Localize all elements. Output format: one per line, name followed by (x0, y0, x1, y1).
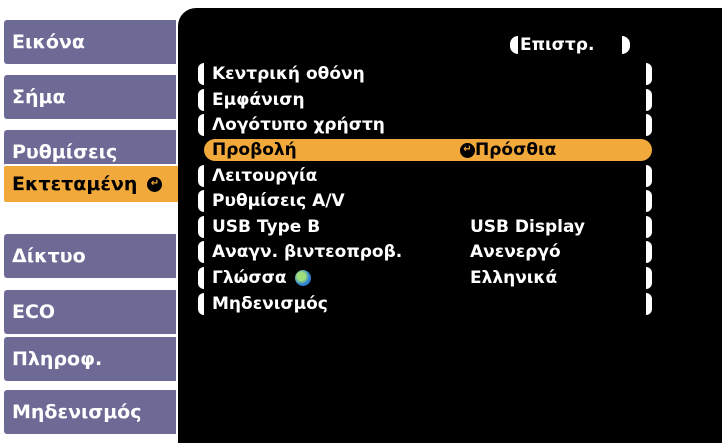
menu-item-label: USB Type B (212, 217, 321, 237)
menu-item-label: Εμφάνιση (212, 90, 305, 110)
menu-item-label: Κεντρική οθόνη (212, 64, 365, 84)
sidebar-item-eco[interactable]: ECO (4, 290, 176, 334)
sidebar-item-label: Δίκτυο (12, 245, 86, 267)
menu-item-projection[interactable]: Προβολή ↵ Πρόσθια (204, 139, 652, 161)
menu-item-label: Λειτουργία (212, 166, 318, 186)
sidebar-item-extended[interactable]: Εκτεταμένη ↵ (2, 164, 182, 204)
menu-item-value: USB Display (470, 217, 586, 237)
menu-item-label: Μηδενισμός (212, 294, 328, 314)
enter-icon: ↵ (460, 142, 475, 158)
sidebar-item-label: Εικόνα (12, 31, 85, 53)
sidebar-item-label: Μηδενισμός (12, 401, 142, 423)
menu-item-operation[interactable]: Λειτουργία (198, 165, 652, 187)
menu-item-value: Πρόσθια (475, 140, 557, 160)
sidebar-item-reset[interactable]: Μηδενισμός (4, 390, 176, 434)
menu-item-label: Προβολή (212, 140, 297, 160)
sidebar-item-label: Σήμα (12, 86, 66, 108)
sidebar-item-label: ECO (12, 301, 56, 323)
sidebar-item-label: Εκτεταμένη (12, 173, 138, 195)
menu-item-language[interactable]: Γλώσσα Ελληνικά (198, 267, 652, 289)
sidebar-item-info[interactable]: Πληροφ. (4, 337, 176, 381)
menu-item-value: Ανενεργό (470, 242, 561, 262)
menu-item-av-settings[interactable]: Ρυθμίσεις A/V (198, 190, 652, 212)
menu-item-usb-type-b[interactable]: USB Type B USB Display (198, 216, 652, 238)
menu-item-label: Αναγν. βιντεοπροβ. (212, 242, 403, 262)
sidebar: Εικόνα Σήμα Ρυθμίσεις Εκτεταμένη ↵ Δίκτυο… (0, 0, 182, 443)
menu-item-label: Λογότυπο χρήστη (212, 115, 385, 135)
enter-icon: ↵ (147, 176, 163, 192)
sidebar-item-network[interactable]: Δίκτυο (4, 234, 176, 278)
sidebar-item-label: Πληροφ. (12, 348, 103, 370)
sidebar-item-label: Ρυθμίσεις (12, 141, 118, 163)
menu-item-home-screen[interactable]: Κεντρική οθόνη (198, 63, 652, 85)
menu-item-display[interactable]: Εμφάνιση (198, 89, 652, 111)
menu-item-value: Ελληνικά (470, 268, 558, 288)
sidebar-item-image[interactable]: Εικόνα (4, 20, 176, 64)
return-button[interactable]: Επιστρ. (510, 34, 630, 56)
menu-item-label: Ρυθμίσεις A/V (212, 191, 345, 211)
sidebar-item-signal[interactable]: Σήμα (4, 75, 176, 119)
menu-item-label: Γλώσσα (212, 268, 287, 288)
globe-icon (294, 270, 311, 286)
menu-item-projector-id[interactable]: Αναγν. βιντεοπροβ. Ανενεργό (198, 241, 652, 263)
menu-item-user-logo[interactable]: Λογότυπο χρήστη (198, 114, 652, 136)
menu-item-reset[interactable]: Μηδενισμός (198, 293, 652, 315)
